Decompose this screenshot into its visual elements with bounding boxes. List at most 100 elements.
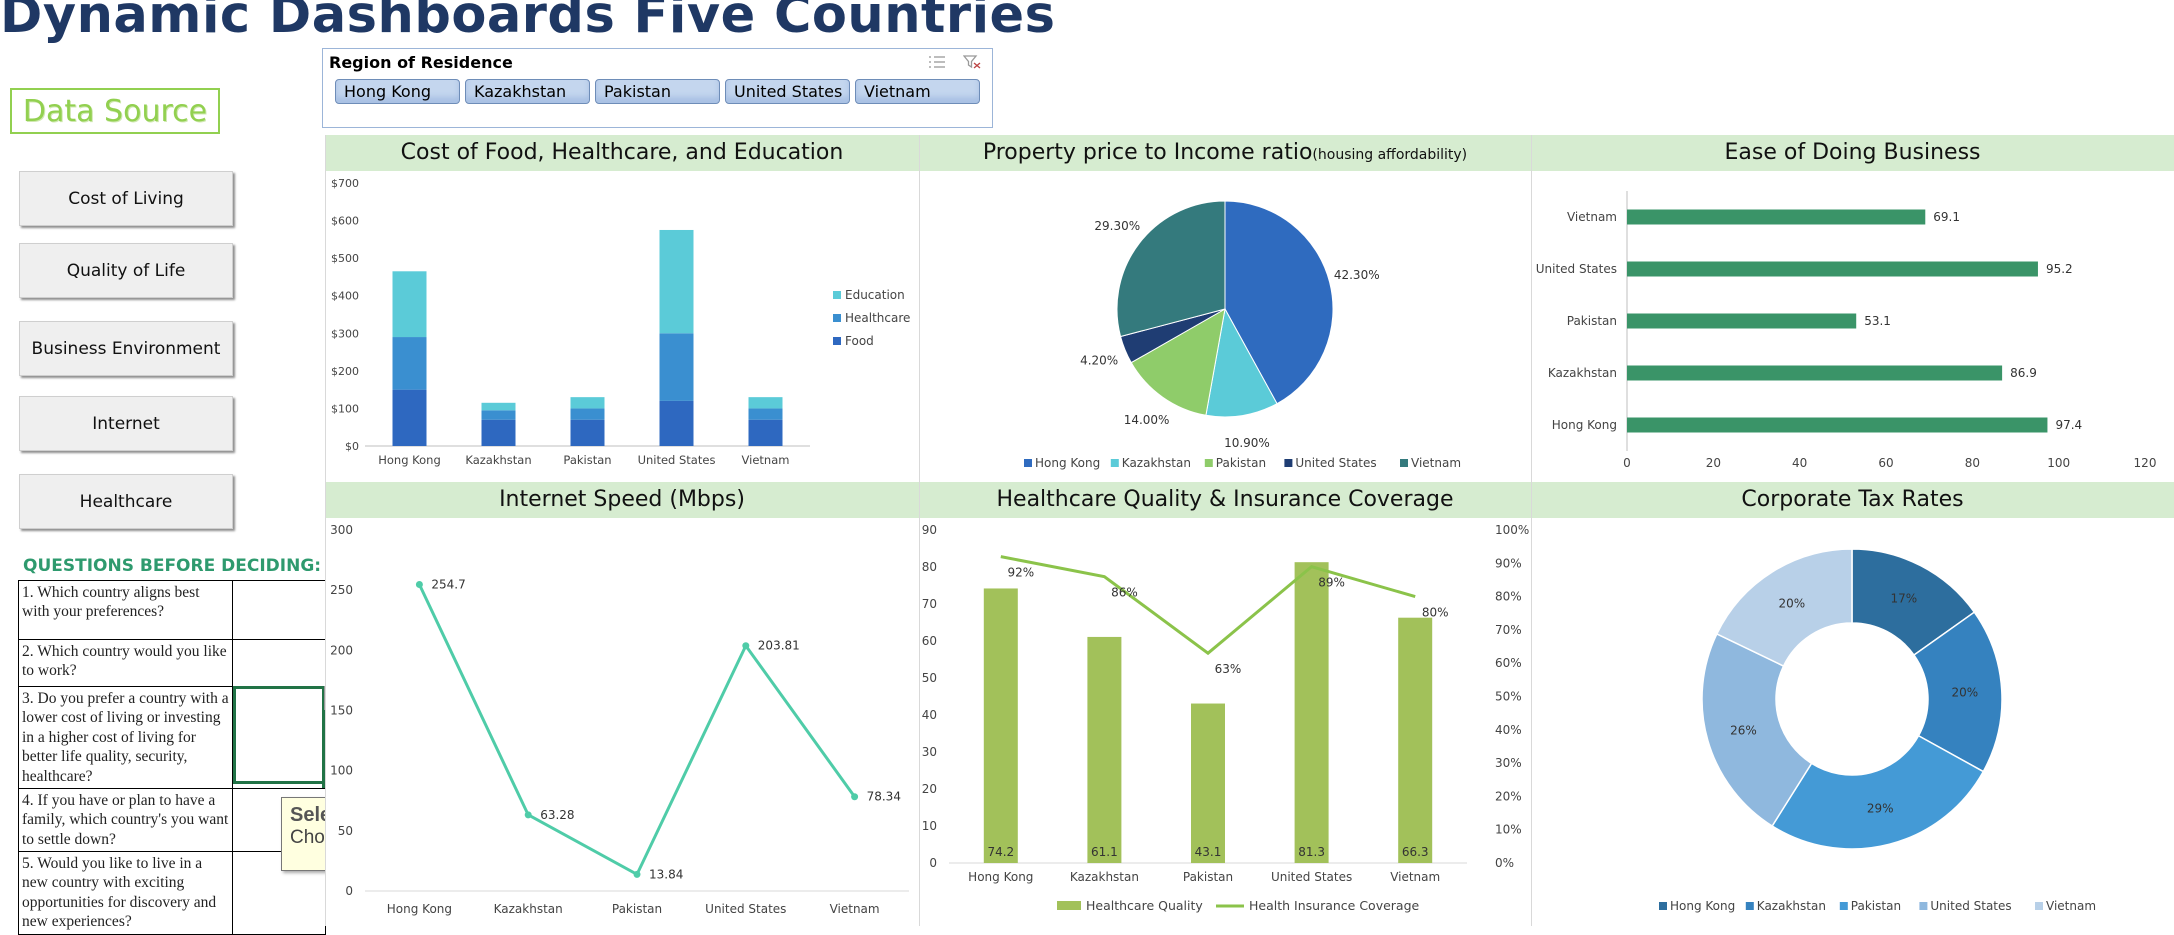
bar: [1087, 636, 1122, 863]
legend-label: Healthcare Quality: [1086, 898, 1203, 913]
business-environment-button[interactable]: Business Environment: [19, 321, 233, 376]
y-tick-label: $100: [331, 402, 359, 415]
data-label: 66.3: [1402, 845, 1429, 859]
y2-tick-label: 20%: [1495, 789, 1522, 803]
question-1: 1. Which country aligns best with your p…: [18, 580, 233, 640]
x-tick-label: 120: [2134, 456, 2157, 470]
data-label: 63.28: [540, 808, 574, 822]
x-tick-label: Pakistan: [1183, 870, 1233, 884]
bar: [1191, 703, 1225, 863]
legend-label: Health Insurance Coverage: [1249, 898, 1420, 913]
y-tick-label: 150: [330, 704, 353, 718]
bar-food: [748, 419, 783, 446]
x-tick-label: Pakistan: [612, 902, 662, 916]
legend-label: Pakistan: [1851, 899, 1901, 913]
answer-cell-2[interactable]: [232, 639, 326, 687]
x-tick-label: 20: [1706, 456, 1721, 470]
legend-swatch: [1745, 902, 1754, 910]
tax-chart: 17% 20% 29% 26% 20% Hong Kong Kazakhstan Pakist…: [1659, 548, 2096, 913]
y-tick-label: 0: [929, 856, 937, 870]
quality-of-life-button[interactable]: Quality of Life: [19, 243, 233, 298]
healthcare-button[interactable]: Healthcare: [19, 474, 233, 529]
x-tick-label: Hong Kong: [378, 453, 441, 467]
bar-education: [392, 271, 427, 338]
data-label: 17%: [1891, 592, 1918, 606]
cost-of-living-button[interactable]: Cost of Living: [19, 171, 233, 226]
legend-label: Vietnam: [2046, 899, 2096, 913]
y2-tick-label: 60%: [1495, 656, 1522, 670]
data-label: 43.1: [1195, 845, 1222, 859]
data-label: 42.30%: [1334, 268, 1380, 282]
x-tick-label: Vietnam: [742, 453, 790, 467]
y-tick-label: 0: [345, 884, 353, 898]
internet-chart-title: Internet Speed (Mbps): [325, 482, 919, 518]
bar: [1627, 261, 2038, 277]
x-tick-label: 0: [1623, 456, 1631, 470]
bar: [1294, 562, 1329, 863]
data-point: [633, 870, 641, 878]
property-chart-title: Property price to Income ratio: [982, 140, 1313, 165]
bar: [1627, 365, 2003, 381]
y-tick-label: $700: [331, 177, 359, 190]
business-chart-panel: Ease of Doing Business 0 20 40 60 80 100 120 Ho…: [1531, 135, 2174, 480]
internet-button[interactable]: Internet: [19, 396, 233, 451]
property-chart: 42.30% 10.90% 14.00% 4.20% 29.30% Hong Kong Ka…: [1024, 200, 1461, 470]
x-tick-label: 60: [1878, 456, 1893, 470]
cost-chart-title: Cost of Food, Healthcare, and Education: [325, 135, 919, 171]
data-label: 69.1: [1933, 210, 1960, 224]
clear-filter-icon[interactable]: [963, 55, 981, 69]
y-tick-label: $0: [345, 440, 359, 453]
y-tick-label: 10: [922, 819, 937, 833]
bar: [983, 588, 1018, 863]
slicer-item-kazakhstan[interactable]: Kazakhstan: [465, 79, 590, 104]
data-label: 14.00%: [1124, 413, 1170, 427]
answer-cell-1[interactable]: [232, 580, 326, 640]
y-tick-label: Kazakhstan: [1548, 366, 1617, 380]
data-label: 80%: [1422, 606, 1449, 620]
x-tick-label: United States: [705, 902, 786, 916]
legend-swatch: [1919, 902, 1928, 910]
x-tick-label: 100: [2047, 456, 2070, 470]
question-5: 5. Would you like to live in a new count…: [18, 851, 233, 935]
bar: [1627, 417, 2048, 433]
x-tick-label: Kazakhstan: [494, 902, 563, 916]
y-tick-label: $400: [331, 290, 359, 303]
y-tick-label: 40: [922, 708, 937, 722]
selected-cell-outline[interactable]: [233, 686, 325, 784]
legend-swatch: [1659, 902, 1667, 910]
legend-label: Hong Kong: [1035, 456, 1100, 470]
panel-divider: [919, 135, 920, 926]
y-tick-label: 200: [330, 643, 353, 657]
property-chart-title-bar: Property price to Income ratio(housing a…: [919, 135, 1531, 171]
data-label: 4.20%: [1080, 354, 1118, 368]
legend-swatch: [1400, 459, 1408, 467]
multi-select-icon[interactable]: [928, 55, 946, 69]
question-4: 4. If you have or plan to have a family,…: [18, 787, 233, 853]
data-label: 92%: [1007, 566, 1034, 580]
bar: [1627, 313, 1857, 329]
legend-swatch: [833, 337, 841, 345]
y-tick-label: 50: [922, 671, 937, 685]
x-tick-label: Vietnam: [830, 902, 880, 916]
data-source-button[interactable]: Data Source: [10, 88, 220, 134]
cost-chart: $0 $100 $200 $300 $400 $500 $600 $700 Hong Kong K…: [331, 177, 910, 467]
legend-swatch: [1284, 459, 1293, 467]
y-tick-label: Hong Kong: [1552, 418, 1617, 432]
bar-education: [748, 397, 783, 409]
data-label: 53.1: [1864, 314, 1891, 328]
x-tick-label: Kazakhstan: [465, 453, 531, 467]
series-line: [418, 583, 856, 877]
slicer-item-united-states[interactable]: United States: [725, 79, 850, 104]
data-label: 89%: [1318, 576, 1345, 590]
data-label: 203.81: [758, 639, 800, 653]
bar-healthcare: [481, 410, 516, 420]
y-tick-label: 60: [922, 634, 937, 648]
slicer-item-pakistan[interactable]: Pakistan: [595, 79, 720, 104]
slicer-item-hong-kong[interactable]: Hong Kong: [335, 79, 460, 104]
data-label: 86%: [1111, 586, 1138, 600]
data-label: 20%: [1779, 596, 1806, 610]
slicer-item-vietnam[interactable]: Vietnam: [855, 79, 980, 104]
question-3: 3. Do you prefer a country with a lower …: [18, 686, 233, 789]
bar: [1398, 617, 1433, 863]
bar-food: [481, 419, 516, 446]
